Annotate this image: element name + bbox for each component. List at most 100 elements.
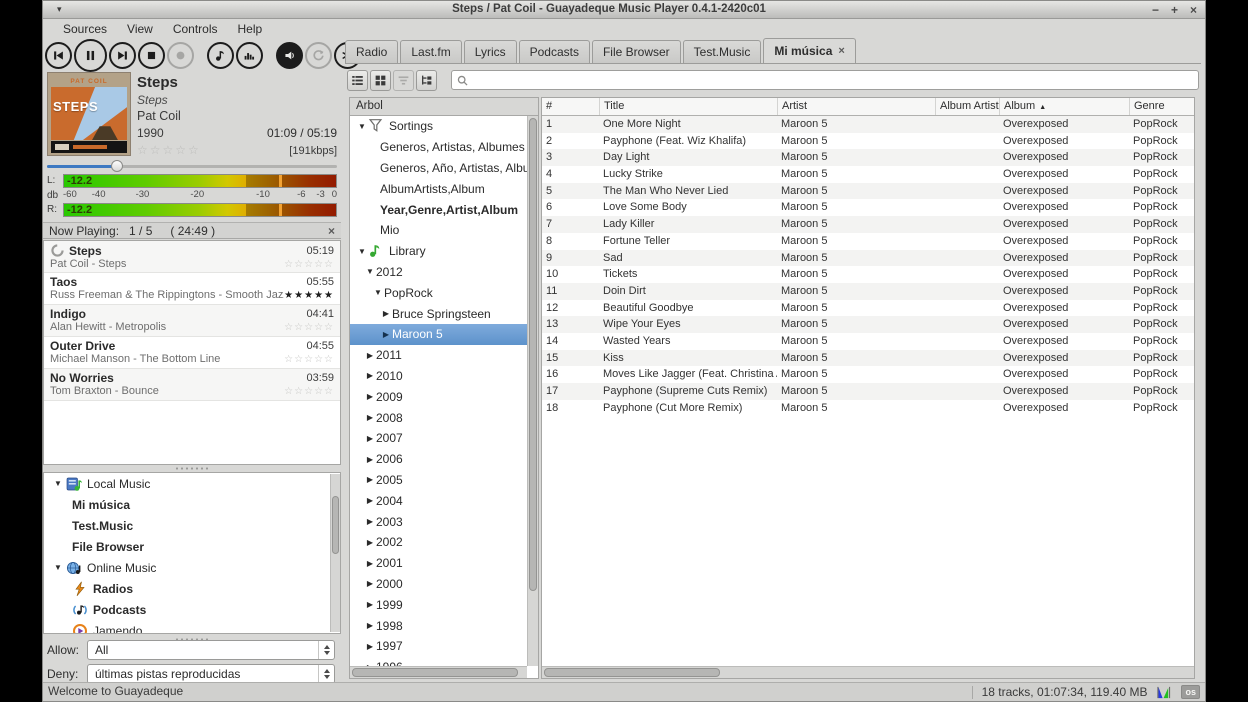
close-button[interactable]: ×: [1190, 3, 1197, 17]
deny-combo[interactable]: últimas pistas reproducidas: [87, 664, 335, 684]
expander-arrow-icon[interactable]: ▼: [372, 288, 384, 297]
tab-close-icon[interactable]: ×: [838, 45, 844, 57]
table-row[interactable]: 3Day LightMaroon 5OverexposedPopRock: [542, 149, 1194, 166]
stop-button[interactable]: [138, 42, 165, 69]
expander-arrow-icon[interactable]: ▼: [50, 563, 66, 572]
expander-arrow-icon[interactable]: ▼: [356, 247, 368, 256]
table-row[interactable]: 11Doin DirtMaroon 5OverexposedPopRock: [542, 283, 1194, 300]
table-row[interactable]: 6Love Some BodyMaroon 5OverexposedPopRoc…: [542, 199, 1194, 216]
tree-item-2007[interactable]: ▶2007: [350, 428, 527, 449]
expander-arrow-icon[interactable]: ▶: [364, 413, 376, 422]
tree-item-1998[interactable]: ▶1998: [350, 615, 527, 636]
tree-item-albumartists-album[interactable]: AlbumArtists,Album: [350, 178, 527, 199]
tree-item-bruce-springsteen[interactable]: ▶Bruce Springsteen: [350, 303, 527, 324]
expander-arrow-icon[interactable]: ▼: [364, 267, 376, 276]
tree-item-2002[interactable]: ▶2002: [350, 532, 527, 553]
tab-file-browser[interactable]: File Browser: [592, 40, 681, 63]
table-row[interactable]: 15KissMaroon 5OverexposedPopRock: [542, 350, 1194, 367]
tree-item-2010[interactable]: ▶2010: [350, 366, 527, 387]
minimize-button[interactable]: −: [1152, 3, 1159, 17]
rating-stars[interactable]: ☆☆☆☆☆: [284, 258, 334, 271]
table-row[interactable]: 14Wasted YearsMaroon 5OverexposedPopRock: [542, 333, 1194, 350]
table-scrollbar-horizontal[interactable]: [542, 666, 1194, 678]
tree-item-2000[interactable]: ▶2000: [350, 574, 527, 595]
tab-last-fm[interactable]: Last.fm: [400, 40, 461, 63]
scrobble-badge[interactable]: os: [1181, 685, 1200, 699]
rating-stars[interactable]: ☆☆☆☆☆: [284, 321, 334, 334]
column-header-album[interactable]: Album▲: [999, 98, 1129, 115]
tree-header[interactable]: Arbol: [350, 98, 538, 116]
allow-combo[interactable]: All: [87, 640, 335, 660]
rating-stars[interactable]: ☆☆☆☆☆: [284, 353, 334, 366]
tree-hscrollbar-thumb[interactable]: [352, 668, 518, 677]
tree-scrollbar-horizontal[interactable]: [350, 666, 527, 678]
column-header-artist[interactable]: Artist: [777, 98, 935, 115]
table-row[interactable]: 1One More NightMaroon 5OverexposedPopRoc…: [542, 116, 1194, 133]
levels-icon[interactable]: [1156, 685, 1172, 700]
volume-button[interactable]: [276, 42, 303, 69]
table-row[interactable]: 18Payphone (Cut More Remix)Maroon 5Overe…: [542, 400, 1194, 417]
tree-item-2009[interactable]: ▶2009: [350, 386, 527, 407]
tree-item-2001[interactable]: ▶2001: [350, 553, 527, 574]
expander-arrow-icon[interactable]: ▶: [364, 600, 376, 609]
table-hscrollbar-thumb[interactable]: [544, 668, 720, 677]
table-row[interactable]: 7Lady KillerMaroon 5OverexposedPopRock: [542, 216, 1194, 233]
expander-arrow-icon[interactable]: ▶: [364, 392, 376, 401]
playlist-view-button[interactable]: [347, 70, 368, 91]
sidebar-item-file-browser[interactable]: File Browser: [44, 536, 340, 557]
sidebar-item-radios[interactable]: Radios: [44, 578, 340, 599]
sidebar-item-jamendo[interactable]: Jamendo: [44, 620, 340, 634]
column-header-[interactable]: #: [542, 98, 599, 115]
table-row[interactable]: 5The Man Who Never LiedMaroon 5Overexpos…: [542, 183, 1194, 200]
menu-sources[interactable]: Sources: [53, 20, 117, 38]
window-menu-icon[interactable]: ▾: [57, 4, 62, 15]
menu-help[interactable]: Help: [228, 20, 273, 38]
now-playing-item[interactable]: Indigo04:41Alan Hewitt - Metropolis☆☆☆☆☆: [44, 305, 340, 337]
equalizer-button[interactable]: [236, 42, 263, 69]
tree-item-maroon-5[interactable]: ▶Maroon 5: [350, 324, 527, 345]
tab-test-music[interactable]: Test.Music: [683, 40, 762, 63]
rating-stars[interactable]: ★★★★★: [284, 289, 334, 302]
tree-item-1999[interactable]: ▶1999: [350, 594, 527, 615]
tree-item-2011[interactable]: ▶2011: [350, 345, 527, 366]
tree-item-2005[interactable]: ▶2005: [350, 470, 527, 491]
expander-arrow-icon[interactable]: ▶: [364, 538, 376, 547]
expander-arrow-icon[interactable]: ▶: [364, 559, 376, 568]
smart-play-button[interactable]: [207, 42, 234, 69]
expander-arrow-icon[interactable]: ▶: [364, 517, 376, 526]
table-row[interactable]: 9SadMaroon 5OverexposedPopRock: [542, 250, 1194, 267]
spinner-arrows-icon[interactable]: [318, 641, 334, 659]
sources-scrollbar[interactable]: [330, 474, 340, 632]
expander-arrow-icon[interactable]: ▶: [364, 579, 376, 588]
now-playing-item[interactable]: Outer Drive04:55Michael Manson - The Bot…: [44, 337, 340, 369]
search-input[interactable]: [472, 72, 1194, 88]
previous-button[interactable]: [45, 42, 72, 69]
expander-arrow-icon[interactable]: ▶: [364, 371, 376, 380]
table-row[interactable]: 17Payphone (Supreme Cuts Remix)Maroon 5O…: [542, 383, 1194, 400]
table-row[interactable]: 13Wipe Your EyesMaroon 5OverexposedPopRo…: [542, 316, 1194, 333]
maximize-button[interactable]: +: [1171, 3, 1178, 17]
column-header-album-artist[interactable]: Album Artist: [935, 98, 999, 115]
now-playing-item[interactable]: No Worries03:59Tom Braxton - Bounce☆☆☆☆☆: [44, 369, 340, 401]
tree-item-2012[interactable]: ▼2012: [350, 262, 527, 283]
tree-view-button[interactable]: [416, 70, 437, 91]
table-row[interactable]: 4Lucky StrikeMaroon 5OverexposedPopRock: [542, 166, 1194, 183]
table-row[interactable]: 2Payphone (Feat. Wiz Khalifa)Maroon 5Ove…: [542, 133, 1194, 150]
sidebar-item-test-music[interactable]: Test.Music: [44, 515, 340, 536]
tree-item-2004[interactable]: ▶2004: [350, 490, 527, 511]
expander-arrow-icon[interactable]: ▼: [50, 479, 66, 488]
album-cover[interactable]: PAT COIL STEPS: [47, 72, 131, 156]
expander-arrow-icon[interactable]: ▼: [356, 122, 368, 131]
rating-stars[interactable]: ☆☆☆☆☆: [284, 385, 334, 398]
now-playing-close-icon[interactable]: ×: [328, 224, 335, 238]
column-header-genre[interactable]: Genre: [1129, 98, 1195, 115]
tree-item-library[interactable]: ▼Library: [350, 241, 527, 262]
sources-scrollbar-thumb[interactable]: [332, 496, 339, 554]
tree-item-2008[interactable]: ▶2008: [350, 407, 527, 428]
tree-item-1996[interactable]: ▶1996: [350, 657, 527, 666]
tree-item-poprock[interactable]: ▼PopRock: [350, 282, 527, 303]
table-row[interactable]: 8Fortune TellerMaroon 5OverexposedPopRoc…: [542, 233, 1194, 250]
seek-thumb[interactable]: [111, 160, 123, 172]
column-header-title[interactable]: Title: [599, 98, 777, 115]
tree-scrollbar-vertical[interactable]: [527, 116, 538, 666]
